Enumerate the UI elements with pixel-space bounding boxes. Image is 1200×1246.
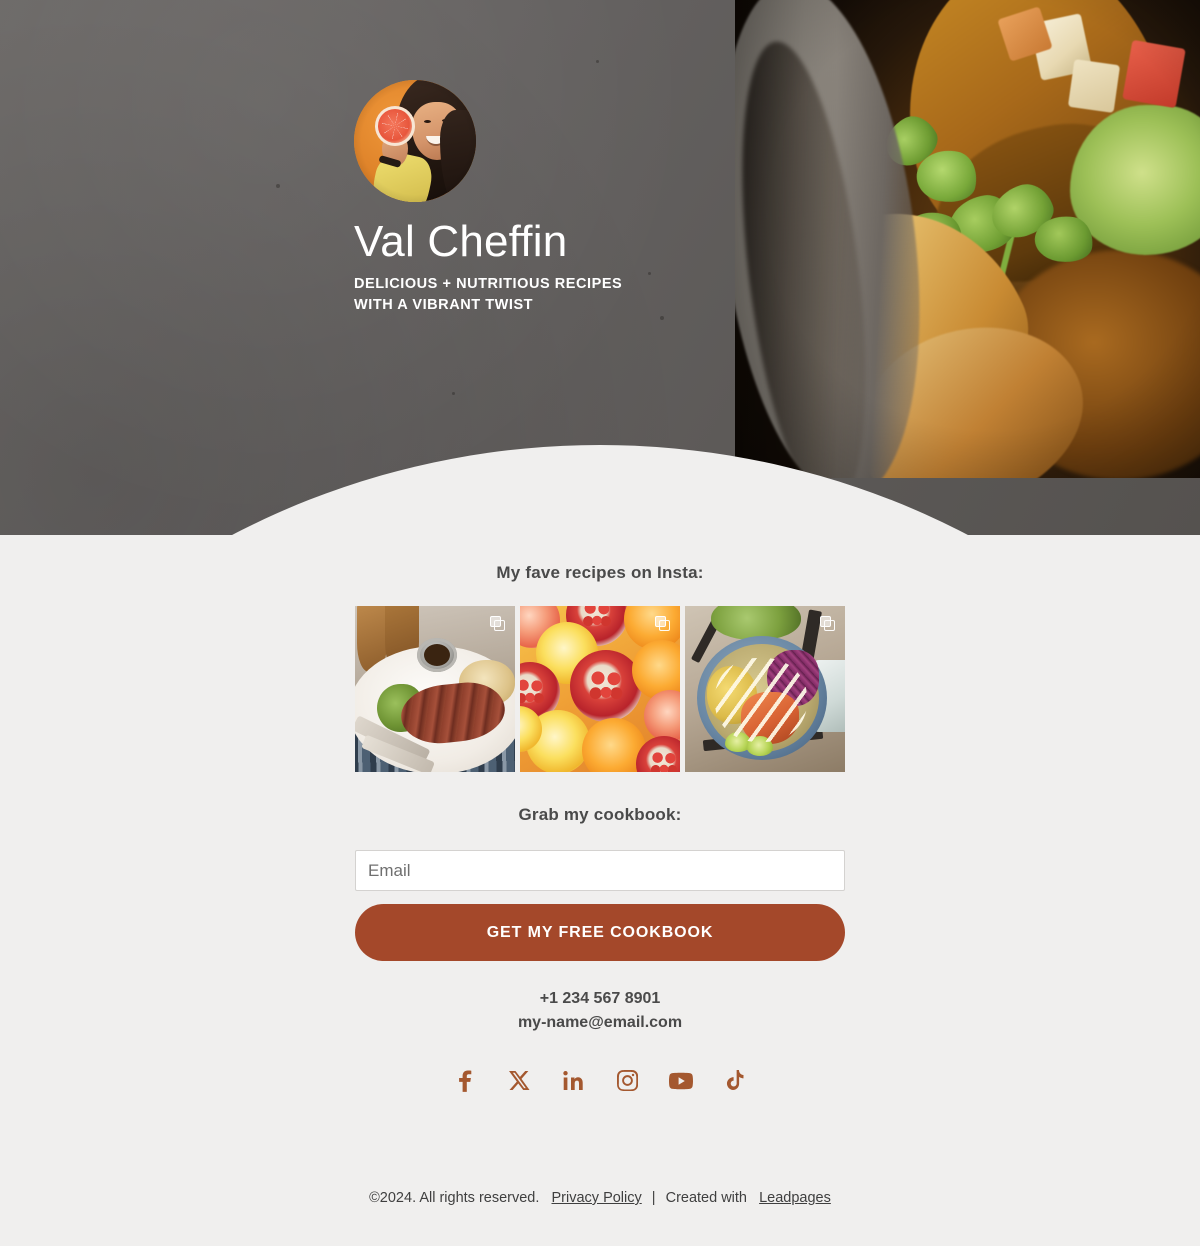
footer-separator: | <box>651 1190 656 1206</box>
insta-gallery <box>355 606 845 772</box>
hero-section: Val Cheffin DELICIOUS + NUTRITIOUS RECIP… <box>0 0 1200 535</box>
footer: ©2024. All rights reserved. Privacy Poli… <box>0 1190 1200 1206</box>
contact-email: my-name@email.com <box>517 1014 683 1032</box>
wall-speck <box>596 60 599 63</box>
leadpages-link[interactable]: Leadpages <box>759 1190 831 1206</box>
contact-phone: +1 234 567 8901 <box>539 990 661 1007</box>
hero-tagline-line-2: WITH A VIBRANT TWIST <box>354 297 534 314</box>
wall-speck <box>452 392 455 395</box>
privacy-policy-link[interactable]: Privacy Policy <box>552 1190 642 1206</box>
carousel-icon <box>490 616 505 631</box>
copyright-text: ©2024. All rights reserved. <box>369 1190 540 1206</box>
instagram-icon[interactable] <box>612 1066 642 1096</box>
cookbook-heading: Grab my cookbook: <box>518 805 682 824</box>
wall-speck <box>648 272 651 275</box>
insta-post-3[interactable] <box>685 606 845 772</box>
social-links <box>0 1066 1200 1096</box>
insta-post-2[interactable] <box>520 606 680 772</box>
insta-post-1[interactable] <box>355 606 515 772</box>
wall-speck <box>276 184 280 188</box>
facebook-icon[interactable] <box>450 1066 480 1096</box>
x-twitter-icon[interactable] <box>504 1066 534 1096</box>
tiktok-icon[interactable] <box>720 1066 750 1096</box>
carousel-icon <box>655 616 670 631</box>
insta-heading: My fave recipes on Insta: <box>496 563 704 582</box>
hero-tagline: DELICIOUS + NUTRITIOUS RECIPES WITH A VI… <box>354 274 622 316</box>
linkedin-icon[interactable] <box>558 1066 588 1096</box>
email-field[interactable] <box>355 850 845 891</box>
contact-info: +1 234 567 8901 my-name@email.com <box>0 987 1200 1036</box>
carousel-icon <box>820 616 835 631</box>
get-free-cookbook-button[interactable]: GET MY FREE COOKBOOK <box>355 904 845 961</box>
hero-tagline-line-1: DELICIOUS + NUTRITIOUS RECIPES <box>354 276 623 292</box>
created-with-text: Created with <box>665 1190 747 1206</box>
page-title: Val Cheffin <box>354 217 568 266</box>
main-content: My fave recipes on Insta: Grab my cookbo… <box>0 535 1200 1096</box>
wall-speck <box>660 316 664 320</box>
youtube-icon[interactable] <box>666 1066 696 1096</box>
avatar <box>354 80 476 202</box>
hero-food-photo <box>735 0 1200 478</box>
